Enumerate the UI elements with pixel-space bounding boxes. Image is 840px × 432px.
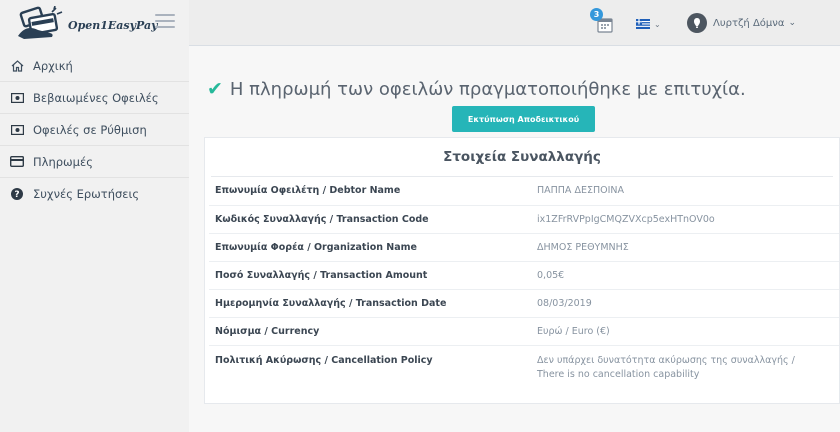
money-icon: [10, 124, 24, 136]
sidebar-item-label: Αρχική: [33, 58, 73, 73]
row-value: Ευρώ / Euro (€): [531, 317, 839, 346]
top-nav: 3 ⌄ Λυρτζή Δόμνα ⌄: [189, 0, 840, 46]
user-name: Λυρτζή Δόμνα: [713, 17, 785, 29]
table-row: Ημερομηνία Συναλλαγής / Transaction Date…: [209, 289, 839, 318]
sidebar-item-settled-debts[interactable]: Οφειλές σε Ρύθμιση: [0, 114, 189, 146]
row-value: Δεν υπάρχει δυνατότητα ακύρωσης της συνα…: [531, 345, 839, 385]
sidebar-item-faq[interactable]: ? Συχνές Ερωτήσεις: [0, 178, 189, 210]
hamburger-line: [155, 26, 175, 28]
row-label: Κωδικός Συναλλαγής / Transaction Code: [209, 205, 531, 234]
brand-name: Open1EasyPay: [68, 19, 158, 32]
sidebar-item-label: Βεβαιωμένες Οφειλές: [33, 90, 159, 105]
print-receipt-button[interactable]: Εκτύπωση Αποδεικτικού: [452, 106, 595, 132]
sidebar-item-label: Οφειλές σε Ρύθμιση: [33, 122, 147, 137]
sidebar-item-label: Συχνές Ερωτήσεις: [33, 187, 140, 201]
table-row: Επωνυμία Οφειλέτη / Debtor Name ΠΑΠΠΑ ΔΕ…: [209, 177, 839, 206]
question-circle-icon: ?: [10, 188, 24, 200]
row-value: ΠΑΠΠΑ ΔΕΣΠΟΙΝΑ: [531, 177, 839, 206]
transaction-details-table: Επωνυμία Οφειλέτη / Debtor Name ΠΑΠΠΑ ΔΕ…: [209, 177, 839, 385]
user-menu[interactable]: Λυρτζή Δόμνα ⌄: [687, 11, 796, 35]
check-icon: ✔: [207, 78, 223, 100]
row-value: ΔΗΜΟΣ ΡΕΘΥΜΝΗΣ: [531, 233, 839, 262]
table-row: Επωνυμία Φορέα / Organization Name ΔΗΜΟΣ…: [209, 233, 839, 262]
sidebar-item-certified-debts[interactable]: Βεβαιωμένες Οφειλές: [0, 82, 189, 114]
money-icon: [10, 92, 24, 104]
table-row: Πολιτική Ακύρωσης / Cancellation Policy …: [209, 345, 839, 385]
row-label: Πολιτική Ακύρωσης / Cancellation Policy: [215, 354, 433, 366]
row-label: Επωνυμία Φορέα / Organization Name: [209, 233, 531, 262]
table-row: Νόμισμα / Currency Ευρώ / Euro (€): [209, 317, 839, 346]
sidebar-item-label: Πληρωμές: [33, 154, 93, 169]
sidebar-item-payments[interactable]: Πληρωμές: [0, 146, 189, 178]
svg-text:?: ?: [14, 190, 19, 200]
table-row: Κωδικός Συναλλαγής / Transaction Code ix…: [209, 205, 839, 234]
brand[interactable]: Open1EasyPay: [0, 0, 189, 46]
sidebar: Open1EasyPay Αρχική Βεβαιωμένες Οφειλές …: [0, 0, 189, 432]
logo-icon: [18, 6, 63, 39]
chevron-down-icon: ⌄: [788, 18, 796, 28]
sidebar-item-home[interactable]: Αρχική: [0, 50, 189, 82]
row-label: Ημερομηνία Συναλλαγής / Transaction Date: [209, 289, 531, 318]
credit-card-icon: [10, 156, 24, 168]
sidebar-nav: Αρχική Βεβαιωμένες Οφειλές Οφειλές σε Ρύ…: [0, 50, 189, 210]
notification-badge: 3: [590, 8, 603, 21]
table-row: Ποσό Συναλλαγής / Transaction Amount 0,0…: [209, 261, 839, 290]
notifications-button[interactable]: 3: [590, 8, 615, 35]
row-label: Ποσό Συναλλαγής / Transaction Amount: [209, 261, 531, 290]
avatar-icon: [687, 13, 707, 33]
row-value: ix1ZFrRVPpIgCMQZVXcp5exHTnOV0o: [531, 205, 839, 234]
transaction-details-panel: Στοιχεία Συναλλαγής Επωνυμία Οφειλέτη / …: [204, 137, 840, 404]
home-icon: [10, 59, 24, 72]
menu-toggle-button[interactable]: [155, 14, 175, 30]
chevron-down-icon: ⌄: [654, 19, 661, 29]
success-message: ✔ Η πληρωμή των οφειλών πραγματοποιήθηκε…: [207, 78, 746, 100]
language-dropdown[interactable]: ⌄: [636, 17, 664, 31]
row-value-line: There is no cancellation capability: [537, 368, 700, 380]
success-text: Η πληρωμή των οφειλών πραγματοποιήθηκε μ…: [229, 78, 746, 100]
greek-flag-icon: [636, 19, 650, 29]
row-label: Επωνυμία Οφειλέτη / Debtor Name: [209, 177, 531, 206]
panel-title: Στοιχεία Συναλλαγής: [211, 138, 833, 177]
hamburger-line: [155, 20, 175, 22]
row-value: 0,05€: [531, 261, 839, 290]
hamburger-line: [155, 14, 175, 16]
row-label: Νόμισμα / Currency: [209, 317, 531, 346]
row-value-line: Δεν υπάρχει δυνατότητα ακύρωσης της συνα…: [537, 354, 795, 366]
row-value: 08/03/2019: [531, 289, 839, 318]
